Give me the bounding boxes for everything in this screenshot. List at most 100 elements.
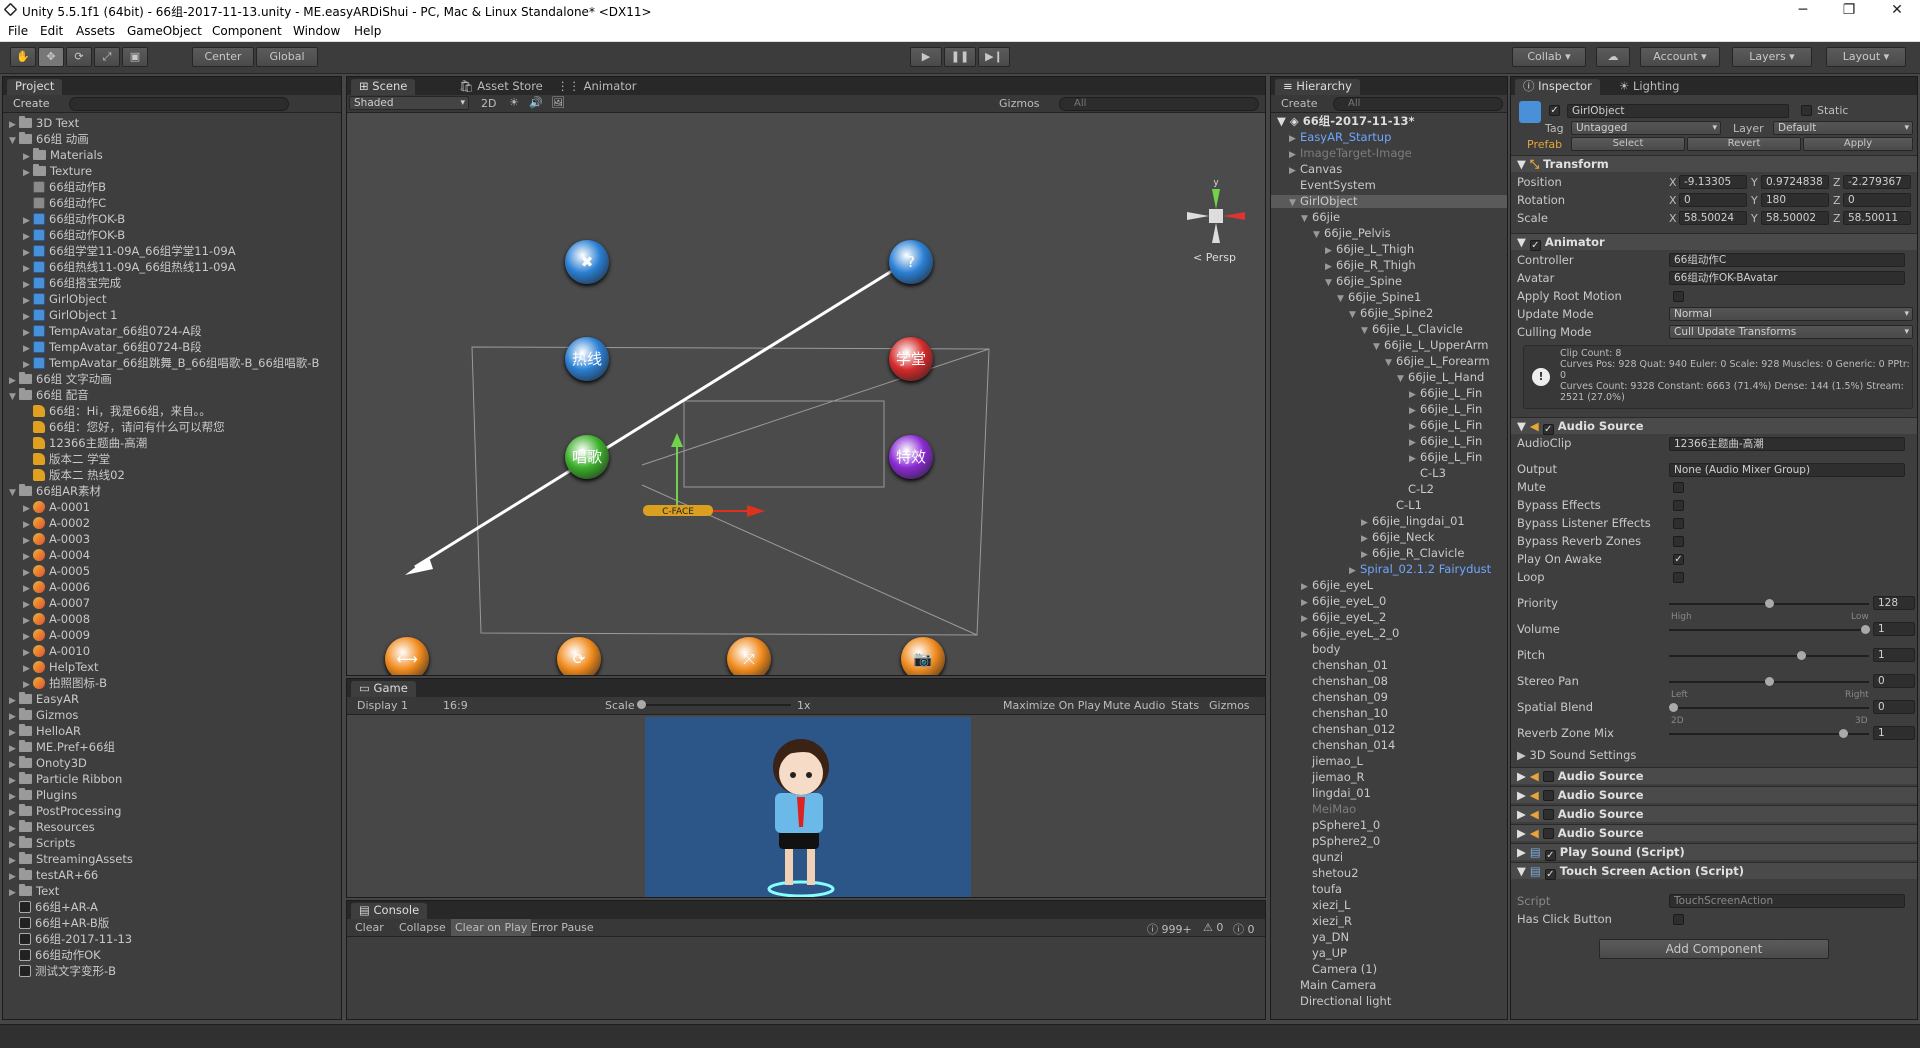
hierarchy-item[interactable]: ▶ 66jie_L_Fin (1409, 435, 1482, 449)
prefab-revert-button[interactable]: Revert (1687, 137, 1801, 151)
pivot-center-button[interactable]: Center (192, 47, 254, 67)
hierarchy-item[interactable]: ▼ 66jie_Spine1 (1337, 291, 1421, 305)
bypass-reverb-checkbox[interactable] (1673, 536, 1684, 547)
project-item[interactable]: ▶ A-0006 (23, 579, 90, 595)
hierarchy-item[interactable]: C-L2 (1397, 483, 1434, 496)
pos-y-field[interactable]: 0.9724838 (1761, 175, 1829, 189)
component-header[interactable]: ▶ ◀ Audio Source (1511, 786, 1917, 803)
hierarchy-item[interactable]: C-L3 (1409, 467, 1446, 480)
project-item[interactable]: 版本二 热线02 (23, 467, 125, 483)
project-item[interactable]: ▶ 66组动作OK-B (23, 211, 125, 227)
move-tool-icon[interactable]: ✥ (38, 47, 64, 67)
object-name-field[interactable]: GirlObject (1567, 104, 1789, 118)
prefab-select-button[interactable]: Select (1571, 137, 1685, 151)
animator-enabled-checkbox[interactable]: ✓ (1529, 240, 1541, 251)
expand-arrow-icon[interactable]: ▶ (1301, 613, 1312, 626)
project-item[interactable]: 66组+AR-B版 (9, 915, 109, 931)
project-item[interactable]: ▶ A-0008 (23, 611, 90, 627)
hierarchy-item[interactable]: ▼ 66jie_L_Clavicle (1361, 323, 1463, 337)
expand-arrow-icon[interactable]: ▶ (1289, 133, 1300, 146)
component-enabled-checkbox[interactable]: ✓ (1544, 850, 1556, 861)
project-item[interactable]: ▶ EasyAR (9, 691, 79, 707)
scene-ui-button[interactable]: ⟳ (557, 637, 601, 675)
expand-arrow-icon[interactable]: ▼ (9, 485, 19, 501)
expand-arrow-icon[interactable]: ▶ (1301, 581, 1312, 594)
project-item[interactable]: ▶ Gizmos (9, 707, 78, 723)
has-click-checkbox[interactable] (1673, 914, 1684, 925)
project-item[interactable]: ▶ Plugins (9, 787, 77, 803)
hierarchy-item[interactable]: ▶ Canvas (1289, 163, 1342, 177)
hierarchy-item[interactable]: toufa (1301, 883, 1342, 896)
audio-source-header[interactable]: ▼ ◀ ✓ Audio Source (1511, 417, 1917, 435)
effects-toggle-icon[interactable]: 🖼 (551, 96, 565, 109)
project-item[interactable]: 66组：Hi，我是66组，来自。。 (23, 403, 211, 419)
play-icon[interactable]: ▶ (910, 47, 942, 67)
project-item[interactable]: 66组动作OK (9, 947, 101, 963)
scene-ui-button[interactable]: ✖ (565, 240, 609, 284)
hierarchy-item[interactable]: ▼ 66jie_Spine2 (1349, 307, 1433, 321)
expand-arrow-icon[interactable]: ▶ (1409, 389, 1420, 402)
hierarchy-item[interactable]: chenshan_012 (1301, 723, 1395, 736)
hierarchy-item[interactable]: ▶ 66jie_eyeL (1301, 579, 1373, 594)
project-item[interactable]: ▶ Scripts (9, 835, 75, 851)
project-item[interactable]: ▶ GirlObject (23, 291, 106, 307)
console-warning-count[interactable]: ⚠ 0 (1203, 921, 1223, 934)
priority-slider[interactable] (1669, 596, 1869, 612)
console-clear-on-play-button[interactable]: Clear on Play (451, 919, 532, 936)
expand-arrow-icon[interactable]: ▼ (1313, 229, 1324, 242)
hierarchy-item[interactable]: chenshan_014 (1301, 739, 1395, 752)
gizmos-dropdown[interactable]: Gizmos (999, 97, 1040, 110)
hierarchy-item[interactable]: xiezi_R (1301, 915, 1352, 928)
project-item[interactable]: ▶ 3D Text (9, 115, 79, 131)
layout-button[interactable]: Layout ▾ (1826, 47, 1906, 67)
hierarchy-item[interactable]: Main Camera (1289, 979, 1376, 992)
expand-arrow-icon[interactable]: ▶ (1289, 149, 1300, 162)
tab-console[interactable]: ▤ Console (351, 903, 428, 919)
expand-arrow-icon[interactable]: ▶ (1361, 533, 1372, 546)
persp-label[interactable]: < Persp (1193, 251, 1236, 264)
hierarchy-item[interactable]: Camera (1) (1301, 963, 1377, 976)
console-error-count[interactable]: ⓘ 0 (1233, 921, 1255, 937)
menu-edit[interactable]: Edit (40, 24, 63, 38)
game-gizmos-dropdown[interactable]: Gizmos (1209, 699, 1250, 712)
close-icon[interactable]: ✕ (1874, 0, 1920, 22)
hierarchy-item[interactable]: pSphere1_0 (1301, 819, 1380, 832)
project-item[interactable]: ▶ 66组搭宝完成 (23, 275, 121, 291)
project-item[interactable]: ▶ TempAvatar_66组0724-A段 (23, 323, 202, 339)
tab-scene[interactable]: ⊞ Scene (351, 79, 416, 95)
scene-viewport[interactable]: C-FACE y < Persp (347, 113, 1266, 676)
output-field[interactable]: None (Audio Mixer Group) (1669, 463, 1905, 477)
project-item[interactable]: ▶ Particle Ribbon (9, 771, 122, 787)
project-item[interactable]: 66组：您好，请问有什么可以帮您 (23, 419, 225, 435)
scl-y-field[interactable]: 58.50002 (1761, 211, 1829, 225)
hierarchy-item[interactable]: ▶ ImageTarget-Image (1289, 147, 1412, 162)
expand-arrow-icon[interactable]: ▼ (1385, 357, 1396, 370)
mute-checkbox[interactable] (1673, 482, 1684, 493)
expand-arrow-icon[interactable]: ▼ (9, 133, 19, 149)
scene-ui-button[interactable]: 热线 (565, 337, 609, 381)
layer-dropdown[interactable]: Default (1773, 121, 1913, 135)
hierarchy-item[interactable]: ▶ 66jie_Neck (1361, 531, 1435, 546)
hierarchy-item[interactable]: Directional light (1289, 995, 1391, 1008)
animator-header[interactable]: ▼ ✓ Animator (1511, 233, 1917, 251)
hierarchy-item[interactable]: ▶ 66jie_L_Fin (1409, 419, 1482, 433)
transform-header[interactable]: ▼ ⤡ Transform (1511, 155, 1917, 172)
rot-y-field[interactable]: 180 (1761, 193, 1829, 207)
spatial-blend-field[interactable]: 0 (1873, 700, 1915, 714)
hierarchy-item[interactable]: qunzi (1301, 851, 1343, 864)
update-mode-dropdown[interactable]: Normal (1669, 307, 1913, 321)
project-item[interactable]: ▶ StreamingAssets (9, 851, 133, 867)
component-header[interactable]: ▶ ◀ Audio Source (1511, 805, 1917, 822)
hierarchy-item[interactable]: chenshan_10 (1301, 707, 1388, 720)
project-item[interactable]: ▶ 66组动作OK-B (23, 227, 125, 243)
scene-ui-button[interactable]: 特效 (889, 435, 933, 479)
volume-field[interactable]: 1 (1873, 622, 1915, 636)
account-button[interactable]: Account ▾ (1640, 47, 1720, 67)
rotate-tool-icon[interactable]: ⟳ (66, 47, 92, 67)
scale-tool-icon[interactable]: ⤢ (94, 47, 120, 67)
component-header[interactable]: ▼ ▤ ✓ Touch Screen Action (Script) (1511, 862, 1917, 880)
expand-arrow-icon[interactable]: ▶ (1349, 565, 1360, 578)
scl-x-field[interactable]: 58.50024 (1679, 211, 1747, 225)
hierarchy-item[interactable]: xiezi_L (1301, 899, 1350, 912)
project-item[interactable]: ▶ TempAvatar_66组跳舞_B_66组唱歌-B_66组唱歌-B (23, 355, 319, 371)
